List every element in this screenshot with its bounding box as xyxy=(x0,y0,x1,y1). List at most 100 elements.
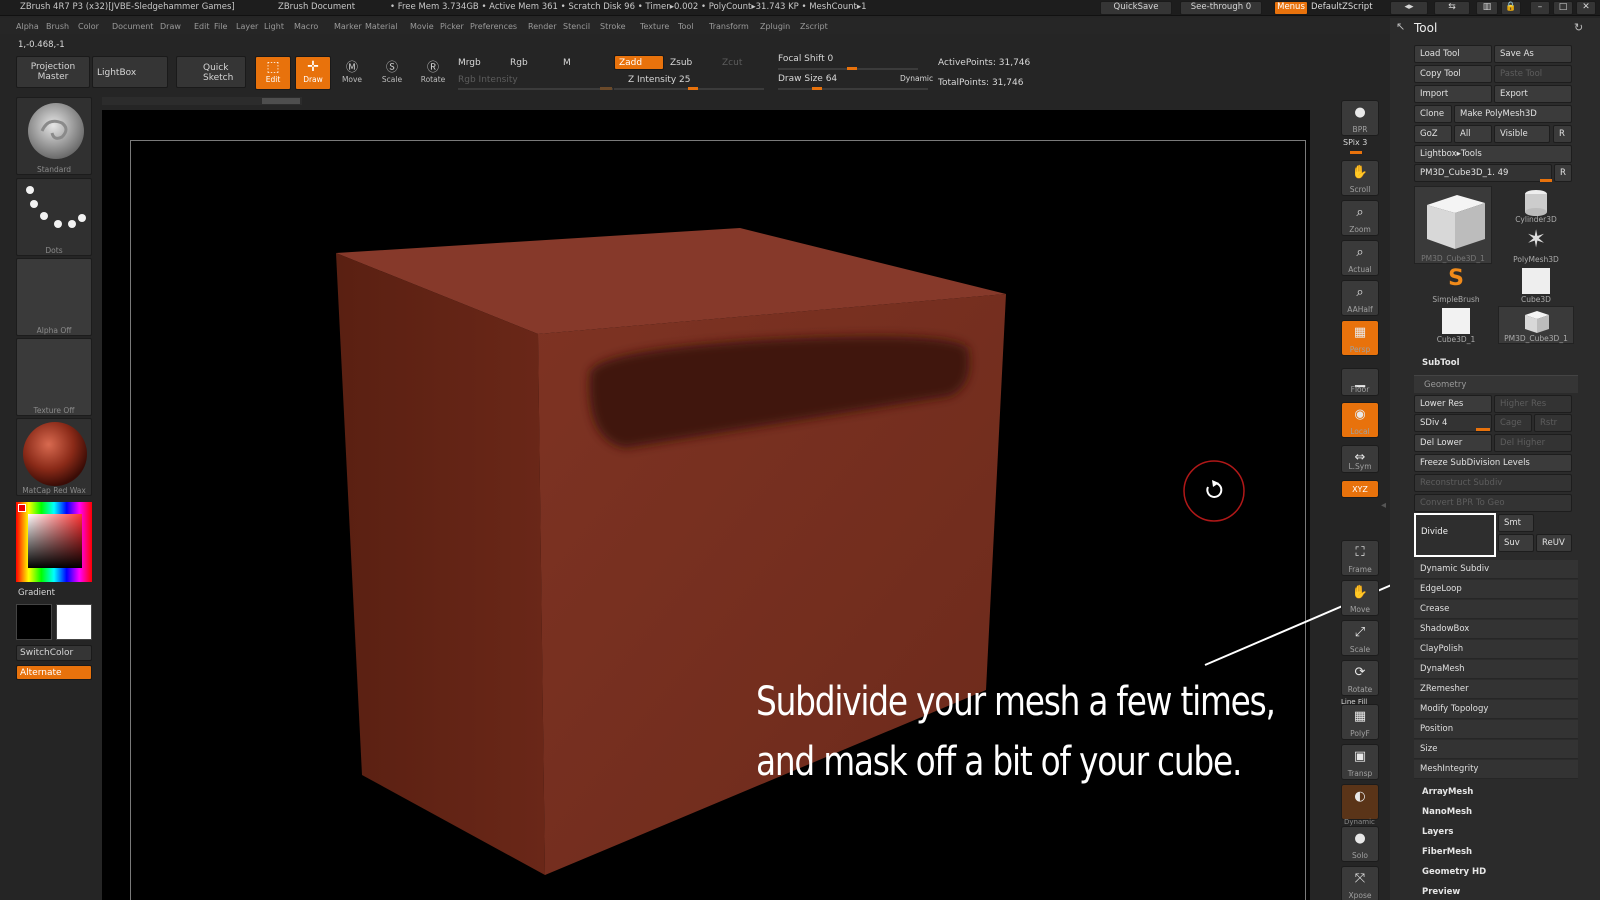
shelf-frame-button[interactable]: ⛶ Frame xyxy=(1341,540,1379,576)
save-as-button[interactable]: Save As xyxy=(1494,45,1572,63)
frame-label: Frame xyxy=(1348,565,1372,574)
shelf-persp-button[interactable]: ▦ Persp xyxy=(1341,320,1379,356)
subtool-section[interactable]: SubTool xyxy=(1422,358,1460,368)
shelf-xyz-button[interactable]: XYZ xyxy=(1341,480,1379,498)
thumb-cube3d[interactable]: Cube3D xyxy=(1500,266,1572,304)
geometry-section[interactable]: Geometry xyxy=(1414,375,1578,393)
tool-r-button[interactable]: R xyxy=(1554,164,1572,182)
lsym-label: L.Sym xyxy=(1348,462,1372,471)
current-tool-handle xyxy=(1540,179,1552,182)
thumb-label-cube3d-1: Cube3D_1 xyxy=(1436,335,1476,344)
smt-button[interactable]: Smt xyxy=(1498,514,1534,532)
shelf-rotate-button[interactable]: ⟳ Rotate xyxy=(1341,660,1379,696)
rotate-icon: ⟳ xyxy=(1354,665,1366,680)
all-button[interactable]: All xyxy=(1454,125,1492,143)
geometry-row-meshintegrity[interactable]: MeshIntegrity xyxy=(1414,760,1578,779)
shelf-collapse-arrow-icon[interactable]: ◂ xyxy=(1381,500,1386,511)
move-icon: ✋ xyxy=(1351,585,1369,600)
freeze-subdivision-button[interactable]: Freeze SubDivision Levels xyxy=(1414,454,1572,472)
xpose-label: Xpose xyxy=(1348,891,1372,900)
lower-res-button[interactable]: Lower Res xyxy=(1414,395,1492,413)
higher-res-button[interactable]: Higher Res xyxy=(1494,395,1572,413)
reconstruct-subdiv-button[interactable]: Reconstruct Subdiv xyxy=(1414,474,1572,492)
shelf-actual-button[interactable]: ⌕ Actual xyxy=(1341,240,1379,276)
local-icon: ◉ xyxy=(1354,407,1366,422)
solo-icon: ● xyxy=(1354,831,1366,846)
bpr-icon: ● xyxy=(1354,105,1366,120)
geometry-row-dynamic-subdiv[interactable]: Dynamic Subdiv xyxy=(1414,560,1578,579)
section-fibermesh[interactable]: FiberMesh xyxy=(1422,847,1472,857)
lightbox-tools-button[interactable]: Lightbox▸Tools xyxy=(1414,145,1572,163)
cage-button[interactable]: Cage xyxy=(1494,414,1532,432)
shelf-move-button[interactable]: ✋ Move xyxy=(1341,580,1379,616)
shelf-scroll-button[interactable]: ✋ Scroll xyxy=(1341,160,1379,196)
thumb-pm3d-cube-large[interactable]: PM3D_Cube3D_1 xyxy=(1414,186,1492,264)
actual-label: Actual xyxy=(1348,265,1372,274)
shelf-zoom-button[interactable]: ⌕ Zoom xyxy=(1341,200,1379,236)
shelf-local-button[interactable]: ◉ Local xyxy=(1341,402,1379,438)
shelf-polyf-button[interactable]: ▦ PolyF xyxy=(1341,704,1379,740)
geometry-row-modify-topology[interactable]: Modify Topology xyxy=(1414,700,1578,719)
zoom-label: Zoom xyxy=(1349,225,1371,234)
del-lower-button[interactable]: Del Lower xyxy=(1414,434,1492,452)
load-tool-button[interactable]: Load Tool xyxy=(1414,45,1492,63)
section-preview[interactable]: Preview xyxy=(1422,887,1460,897)
line-fill-label: Line Fill xyxy=(1341,698,1368,706)
section-arraymesh[interactable]: ArrayMesh xyxy=(1422,787,1473,797)
reuv-button[interactable]: ReUV xyxy=(1536,534,1572,552)
convert-bpr-button[interactable]: Convert BPR To Geo xyxy=(1414,494,1572,512)
del-higher-button[interactable]: Del Higher xyxy=(1494,434,1572,452)
tool-panel-title[interactable]: Tool xyxy=(1414,21,1437,35)
panel-refresh-icon[interactable]: ↻ xyxy=(1574,21,1583,34)
polyf-label: PolyF xyxy=(1350,729,1370,738)
section-nanomesh[interactable]: NanoMesh xyxy=(1422,807,1472,817)
geometry-row-shadowbox[interactable]: ShadowBox xyxy=(1414,620,1578,639)
thumb-cylinder3d[interactable]: Cylinder3D xyxy=(1500,186,1572,224)
shelf-ghost-button[interactable]: ◐ xyxy=(1341,784,1379,820)
geometry-row-edgeloop[interactable]: EdgeLoop xyxy=(1414,580,1578,599)
pin-icon[interactable]: ↖ xyxy=(1396,20,1405,33)
ghost-icon: ◐ xyxy=(1354,789,1366,804)
geometry-row-zremesher[interactable]: ZRemesher xyxy=(1414,680,1578,699)
thumb-pm3d-cube-small[interactable]: PM3D_Cube3D_1 xyxy=(1498,306,1574,344)
thumb-simplebrush[interactable]: S SimpleBrush xyxy=(1420,266,1492,304)
suv-button[interactable]: Suv xyxy=(1498,534,1534,552)
transp-label: Transp xyxy=(1347,769,1373,778)
export-button[interactable]: Export xyxy=(1494,85,1572,103)
divide-button[interactable]: Divide xyxy=(1414,513,1496,557)
shelf-solo-button[interactable]: ● Solo xyxy=(1341,826,1379,862)
section-geometry-hd[interactable]: Geometry HD xyxy=(1422,867,1486,877)
shelf-lsym-button[interactable]: ⇔ L.Sym xyxy=(1341,445,1379,473)
shelf-bpr-button[interactable]: ● BPR xyxy=(1341,100,1379,136)
rstr-button[interactable]: Rstr xyxy=(1534,414,1572,432)
section-layers[interactable]: Layers xyxy=(1422,827,1453,837)
shelf-floor-button[interactable]: ▁ Floor xyxy=(1341,368,1379,396)
r-button[interactable]: R xyxy=(1553,125,1572,143)
solo-label: Solo xyxy=(1351,851,1369,860)
thumb-label-simplebrush: SimpleBrush xyxy=(1432,295,1480,304)
cylinder-icon xyxy=(1525,190,1547,216)
shelf-aahalf-button[interactable]: ⌕ AAHalf xyxy=(1341,280,1379,316)
import-button[interactable]: Import xyxy=(1414,85,1492,103)
shelf-scale-button[interactable]: ⤢ Scale xyxy=(1341,620,1379,656)
geometry-row-position[interactable]: Position xyxy=(1414,720,1578,739)
thumb-label-pm3d-cube: PM3D_Cube3D_1 xyxy=(1421,254,1485,263)
spix-slider[interactable]: SPix 3 xyxy=(1343,138,1367,147)
shelf-xpose-button[interactable]: ⤧ Xpose xyxy=(1341,866,1379,900)
geometry-row-crease[interactable]: Crease xyxy=(1414,600,1578,619)
shelf-transp-button[interactable]: ▣ Transp xyxy=(1341,744,1379,780)
spix-handle xyxy=(1350,151,1362,154)
visible-button[interactable]: Visible xyxy=(1494,125,1550,143)
thumb-polymesh3d[interactable]: ✶ PolyMesh3D xyxy=(1500,226,1572,264)
clone-button[interactable]: Clone xyxy=(1414,105,1452,123)
geometry-row-dynamesh[interactable]: DynaMesh xyxy=(1414,660,1578,679)
geometry-row-size[interactable]: Size xyxy=(1414,740,1578,759)
xpose-icon: ⤧ xyxy=(1354,871,1366,886)
geometry-row-claypolish[interactable]: ClayPolish xyxy=(1414,640,1578,659)
goz-button[interactable]: GoZ xyxy=(1414,125,1452,143)
paste-tool-button[interactable]: Paste Tool xyxy=(1494,65,1572,83)
copy-tool-button[interactable]: Copy Tool xyxy=(1414,65,1492,83)
current-tool-slider[interactable]: PM3D_Cube3D_1. 49 xyxy=(1414,164,1552,182)
thumb-cube3d-1[interactable]: Cube3D_1 xyxy=(1420,306,1492,344)
make-polymesh3d-button[interactable]: Make PolyMesh3D xyxy=(1454,105,1572,123)
